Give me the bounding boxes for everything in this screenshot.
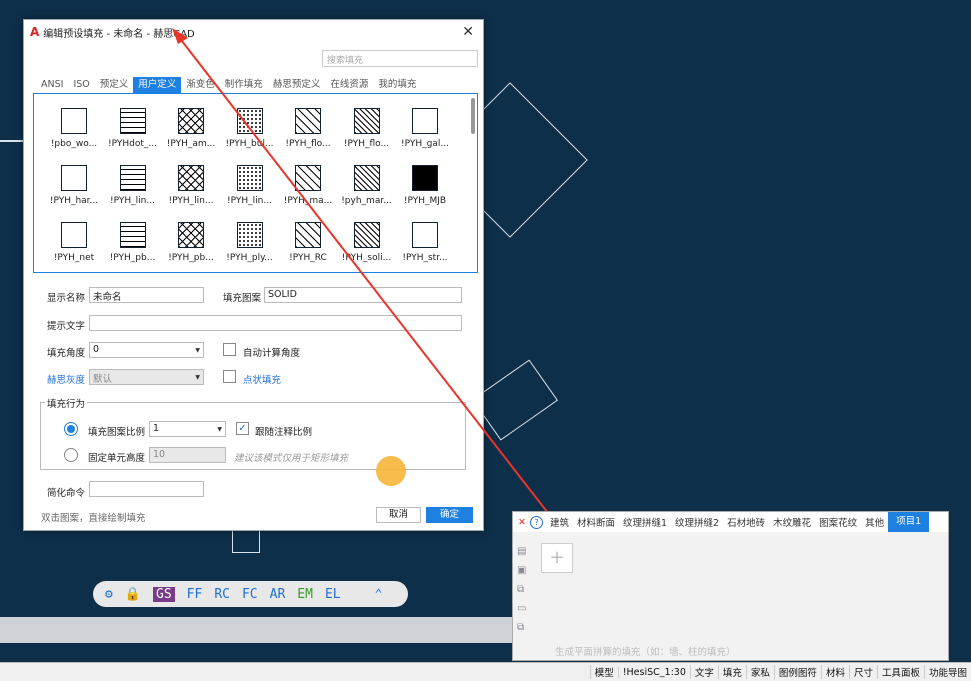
status-item[interactable]: 功能导图 (923, 665, 971, 679)
fill-library-panel: ✕ ? 建筑 材料断面 纹理拼缝1 纹理拼缝2 石材地砖 木纹雕花 图案花纹 其他 项目1 + … (512, 511, 949, 661)
status-item[interactable]: 材料 (820, 665, 849, 679)
panel-tab[interactable]: 其他 (861, 515, 888, 529)
panel-side-tools: ▤ ▣ ⧉ ▭ ⧉ (517, 546, 527, 633)
panel-tab-active[interactable]: 项目1 (888, 512, 930, 532)
lock-icon[interactable]: 🔒 (125, 587, 141, 602)
quick-cmd-ar[interactable]: AR (270, 587, 286, 602)
command-area (0, 617, 512, 643)
panel-tab[interactable]: 材料断面 (573, 515, 619, 529)
status-item[interactable]: 尺寸 (848, 665, 877, 679)
panel-tab[interactable]: 建筑 (546, 515, 573, 529)
quick-cmd-em[interactable]: EM (297, 587, 313, 602)
status-item[interactable]: 填充 (717, 665, 746, 679)
status-item[interactable]: 图例图符 (773, 665, 821, 679)
quick-cmd-el[interactable]: EL (325, 587, 341, 602)
close-icon[interactable]: ✕ (518, 517, 526, 528)
panel-tab[interactable]: 纹理拼缝2 (671, 515, 723, 529)
panel-tab[interactable]: 纹理拼缝1 (619, 515, 671, 529)
quick-cmd-rc[interactable]: RC (214, 587, 230, 602)
panel-tabs: ✕ ? 建筑 材料断面 纹理拼缝1 纹理拼缝2 石材地砖 木纹雕花 图案花纹 其他 项目1 (513, 512, 948, 532)
quick-cmd-gs[interactable]: GS (153, 586, 175, 602)
gear-icon[interactable]: ⚙ (105, 587, 113, 602)
status-item[interactable]: !HesiSC_1:30 (617, 666, 690, 678)
status-item[interactable]: 文字 (689, 665, 718, 679)
status-item[interactable]: 工具面板 (876, 665, 924, 679)
help-icon[interactable]: ? (529, 515, 543, 529)
panel-tab[interactable]: 木纹雕花 (769, 515, 815, 529)
status-item[interactable]: 家私 (745, 665, 774, 679)
status-bar: 模型 !HesiSC_1:30 文字 填充 家私 图例图符 材料 尺寸 工具面板 功能导图 (0, 662, 971, 681)
chevron-up-icon[interactable]: ⌃ (375, 587, 383, 602)
panel-tab[interactable]: 图案花纹 (815, 515, 861, 529)
quick-cmd-ff[interactable]: FF (187, 587, 203, 602)
status-item[interactable]: 模型 (589, 665, 618, 679)
add-fill-button[interactable]: + (541, 543, 573, 573)
panel-tab[interactable]: 石材地砖 (723, 515, 769, 529)
quick-command-toolbar: ⚙ 🔒 GS FF RC FC AR EM EL ⌃ (93, 581, 408, 607)
quick-cmd-fc[interactable]: FC (242, 587, 258, 602)
bottom-hint: 生成平面拼算的填充（如：墙、柱的填充） (555, 647, 736, 658)
